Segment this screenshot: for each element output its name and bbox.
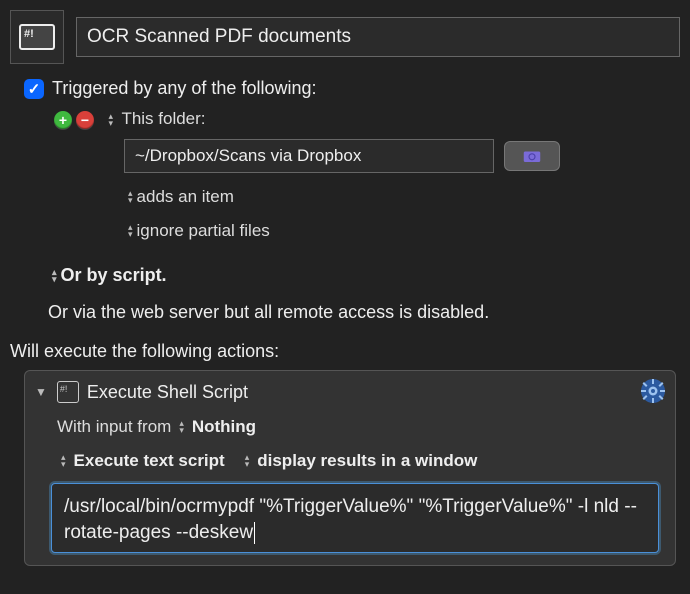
web-server-label: Or via the web server but all remote acc…	[48, 302, 680, 323]
trigger-type-label: This folder:	[121, 109, 205, 128]
folder-path-input[interactable]	[124, 139, 494, 173]
terminal-icon: #!	[19, 24, 55, 50]
script-mode-label: Execute text script	[74, 451, 225, 471]
choose-folder-button[interactable]	[504, 141, 560, 171]
or-script-stepper[interactable]: ▴▾	[52, 269, 57, 283]
script-mode-stepper[interactable]: ▴▾	[61, 454, 66, 468]
partial-files-label: ignore partial files	[137, 221, 270, 241]
text-caret	[254, 522, 255, 544]
folder-event-label: adds an item	[137, 187, 234, 207]
action-title: Execute Shell Script	[87, 382, 248, 403]
display-mode-stepper[interactable]: ▴▾	[245, 454, 250, 468]
partial-files-stepper[interactable]: ▴▾	[128, 224, 133, 238]
check-icon: ✓	[28, 80, 41, 98]
action-options-gear-icon[interactable]	[639, 377, 667, 405]
shell-script-icon: #!	[57, 381, 79, 403]
disclosure-triangle-icon[interactable]: ▼	[35, 385, 47, 399]
actions-header: Will execute the following actions:	[10, 341, 680, 362]
or-script-label: Or by script.	[61, 265, 167, 286]
display-mode-label: display results in a window	[257, 451, 477, 471]
script-textarea[interactable]: /usr/local/bin/ocrmypdf "%TriggerValue%"…	[51, 483, 659, 553]
macro-name-input[interactable]	[76, 17, 680, 57]
folder-event-stepper[interactable]: ▴▾	[128, 190, 133, 204]
add-trigger-button[interactable]: +	[54, 111, 72, 129]
input-from-value: Nothing	[192, 417, 256, 437]
script-text: /usr/local/bin/ocrmypdf "%TriggerValue%"…	[64, 496, 637, 543]
input-from-stepper[interactable]: ▴▾	[179, 420, 184, 434]
input-from-label: With input from	[57, 417, 171, 437]
remove-trigger-button[interactable]: −	[76, 111, 94, 129]
folder-gear-icon	[523, 149, 541, 163]
triggered-by-label: Triggered by any of the following:	[52, 78, 316, 99]
trigger-type-stepper[interactable]: ▴▾	[108, 113, 113, 127]
action-execute-shell-script[interactable]: ▼ #! Execute Shell Script With input fro…	[24, 370, 676, 566]
macro-icon[interactable]: #!	[10, 10, 64, 64]
trigger-enabled-checkbox[interactable]: ✓	[24, 79, 44, 99]
